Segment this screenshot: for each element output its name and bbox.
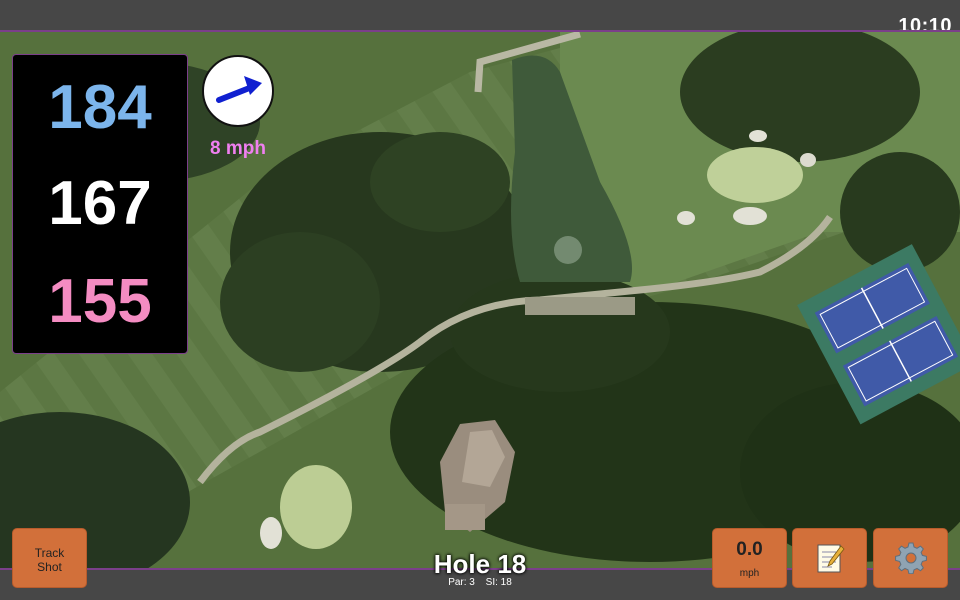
track-shot-label-line2: Shot bbox=[37, 560, 62, 574]
wind-indicator[interactable] bbox=[202, 55, 274, 127]
speed-value: 0.0 bbox=[736, 539, 763, 560]
notepad-icon bbox=[817, 544, 845, 573]
satellite-map[interactable]: 184 167 155 8 mph bbox=[0, 30, 960, 570]
hole-stroke-index: SI: 18 bbox=[485, 577, 512, 588]
top-status-bar bbox=[0, 0, 960, 30]
hole-info: Par: 3 SI: 18 bbox=[380, 577, 580, 588]
back-distance: 184 bbox=[48, 73, 152, 142]
wind-speed-label: 8 mph bbox=[210, 138, 266, 159]
hole-title: Hole 18 bbox=[433, 549, 527, 579]
arrow-icon bbox=[216, 76, 262, 103]
track-shot-label-line1: Track bbox=[34, 546, 65, 560]
notes-button[interactable] bbox=[792, 528, 867, 588]
front-distance: 155 bbox=[48, 267, 152, 336]
middle-distance: 167 bbox=[48, 169, 152, 238]
distance-panel[interactable]: 184 167 155 bbox=[12, 54, 188, 354]
hole-par: Par: 3 bbox=[448, 577, 475, 588]
track-shot-button[interactable]: Track Shot bbox=[12, 528, 87, 588]
speed-button[interactable]: 0.0 mph bbox=[712, 528, 787, 588]
settings-button[interactable] bbox=[873, 528, 948, 588]
speed-unit: mph bbox=[739, 568, 760, 579]
gear-icon bbox=[894, 542, 927, 574]
